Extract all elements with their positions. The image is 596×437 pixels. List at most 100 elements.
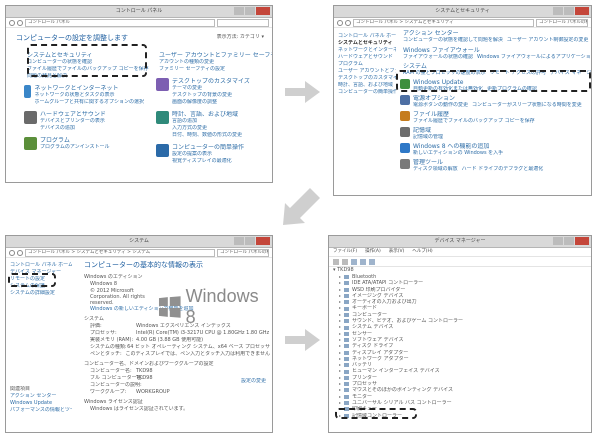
section-link[interactable]: Windows ファイアウォールによるアプリケーションの許可 [477,54,591,60]
section-link[interactable]: ディスク領域の解放 [413,166,458,172]
section-title[interactable]: アクション センター [403,30,591,37]
forward-icon[interactable] [342,258,348,265]
search-input[interactable]: コントロール パネルの検索 [217,248,269,257]
search-input[interactable]: コントロール パネルの検索 [536,18,588,27]
close-button[interactable] [256,237,270,245]
category-link[interactable]: プログラムのアンインストール [40,144,110,151]
change-settings-link[interactable]: 設定の変更 [241,378,266,385]
back-icon[interactable] [9,19,15,26]
nav-item[interactable]: コンピューターの簡単操作 [338,89,396,96]
close-button[interactable] [575,7,589,15]
nav-item[interactable]: コントロール パネル ホーム [338,33,396,40]
category-link[interactable]: 日付、時刻、数値の形式の変更 [172,132,242,139]
maximize-button[interactable] [245,7,255,15]
nav-item[interactable]: デスクトップのカスタマイズ [338,75,396,82]
system-security-window: システムとセキュリティ コントロール パネル > システムとセキュリティ コント… [333,5,592,196]
section-title[interactable]: 管理ツール [413,159,547,166]
category-title[interactable]: デスクトップのカスタマイズ [172,78,250,85]
category-link[interactable]: ホームグループと共有に関するオプションの選択 [34,99,144,106]
minimize-button[interactable] [234,7,244,15]
section-link[interactable]: ファイアウォールの状態の確認 [403,54,473,60]
nav-item[interactable]: システムとセキュリティ [338,40,396,47]
back-icon[interactable] [337,19,343,26]
window-controls [234,7,270,15]
address-path[interactable]: コントロール パネル [25,18,215,27]
address-path[interactable]: コントロール パネル > システムとセキュリティ [353,18,534,27]
nav-item[interactable]: ネットワークとインターネット [338,47,396,54]
menu-item[interactable]: ヘルプ(H) [412,248,432,256]
see-also-link[interactable]: アクション センター [10,393,72,400]
view-by-selector[interactable]: 表示方法: カテゴリ ▾ [217,34,264,41]
close-button[interactable] [575,237,589,245]
category-title[interactable]: コンピューターの簡単操作 [172,144,244,151]
back-icon[interactable] [9,249,15,256]
search-input[interactable] [217,18,269,27]
category-title[interactable]: 時計、言語、および地域 [172,111,242,118]
maximize-button[interactable] [245,237,255,245]
category-link[interactable]: アカウントの種類の変更 [159,59,272,66]
menu-item[interactable]: ファイル(F) [333,248,357,256]
close-button[interactable] [256,7,270,15]
category-link[interactable]: 入力方式の変更 [172,125,242,132]
section-title[interactable]: ファイル履歴 [413,111,539,118]
section-link[interactable]: 記憶域の管理 [413,134,443,140]
address-path[interactable]: コントロール パネル > システムとセキュリティ > システム [25,248,215,257]
nav-item[interactable]: ユーザー アカウントとファミリー セーフティ [338,68,396,75]
minimize-button[interactable] [234,237,244,245]
section-link[interactable]: コンピューターの状態を確認して問題を解決 [403,37,503,43]
section-title[interactable]: 電源オプション [413,95,586,102]
section-link[interactable]: 電源ボタンの動作の変更 [413,102,468,108]
nav-item[interactable]: ハードウェアとサウンド [338,54,396,61]
see-also-link[interactable]: パフォーマンスの情報とツール [10,407,72,414]
info-key: システムの種類: [90,344,127,350]
forward-icon[interactable] [17,19,23,26]
category-title[interactable]: プログラム [40,137,110,144]
window-controls [553,237,589,245]
forward-icon[interactable] [345,19,351,26]
nav-item[interactable]: コントロール パネル ホーム [10,262,72,269]
menu-item[interactable]: 表示(V) [389,248,405,256]
back-icon[interactable] [333,258,339,265]
section-title[interactable]: 記憶域 [413,127,447,134]
section-icon [400,143,410,153]
category-link[interactable]: デスクトップの背景の変更 [172,92,250,99]
maximize-button[interactable] [564,7,574,15]
section-link[interactable]: 新しいエディションの Windows を入手 [413,150,503,156]
minimize-button[interactable] [553,237,563,245]
category-title[interactable]: ハードウェアとサウンド [40,111,106,118]
category-link[interactable]: 設定の提案の表示 [172,151,244,158]
nav-item[interactable]: プログラム [338,61,396,68]
see-also-link[interactable]: Windows Update [10,400,72,407]
category-link[interactable]: デバイスとプリンターの表示 [40,118,106,125]
minimize-button[interactable] [553,7,563,15]
forward-icon[interactable] [17,249,23,256]
category-link[interactable]: テーマの変更 [172,85,250,92]
category-link[interactable]: 言語の追加 [172,118,242,125]
section-title[interactable]: Windows ファイアウォール [403,47,591,54]
properties-icon[interactable] [351,258,357,265]
maximize-button[interactable] [564,237,574,245]
category-title[interactable]: ネットワークとインターネット [34,85,144,92]
category-link[interactable]: ファミリー セーフティの設定 [159,66,272,73]
section-link[interactable]: ハード ドライブのデフラグと最適化 [462,166,544,172]
tree-root[interactable]: ▾ TKD98 [333,267,589,274]
help-icon[interactable] [360,258,366,265]
section-link[interactable]: コンピューターがスリープ状態になる時間を変更 [472,102,582,108]
section-title[interactable]: Windows 8 への機能の追加 [413,143,507,150]
section-link[interactable]: ファイル履歴でファイルのバックアップ コピーを保存 [413,118,535,124]
nav-item[interactable]: 時計、言語、および地域 [338,82,396,89]
category-link[interactable]: デバイスの追加 [40,125,106,132]
category-link[interactable]: 画面の解像度の調整 [172,99,250,106]
section-link[interactable]: ユーザー アカウント制御設定の変更 [507,37,589,43]
category-link[interactable]: 視覚ディスプレイの最適化 [172,158,244,165]
scan-icon[interactable] [369,258,375,265]
nav-item[interactable]: システムの詳細設定 [10,290,72,297]
category-title[interactable]: ユーザー アカウントとファミリー セーフティ [159,52,272,59]
menu-item[interactable]: 操作(A) [365,248,381,256]
device-icon [344,401,349,406]
title-bar: システム [6,236,272,248]
section-title[interactable]: システム [403,63,591,70]
info-key: フル コンピューター名: [90,375,144,381]
category-link[interactable]: ネットワークの状態とタスクの表示 [34,92,144,99]
info-key: 実装メモリ (RAM): [90,337,134,343]
